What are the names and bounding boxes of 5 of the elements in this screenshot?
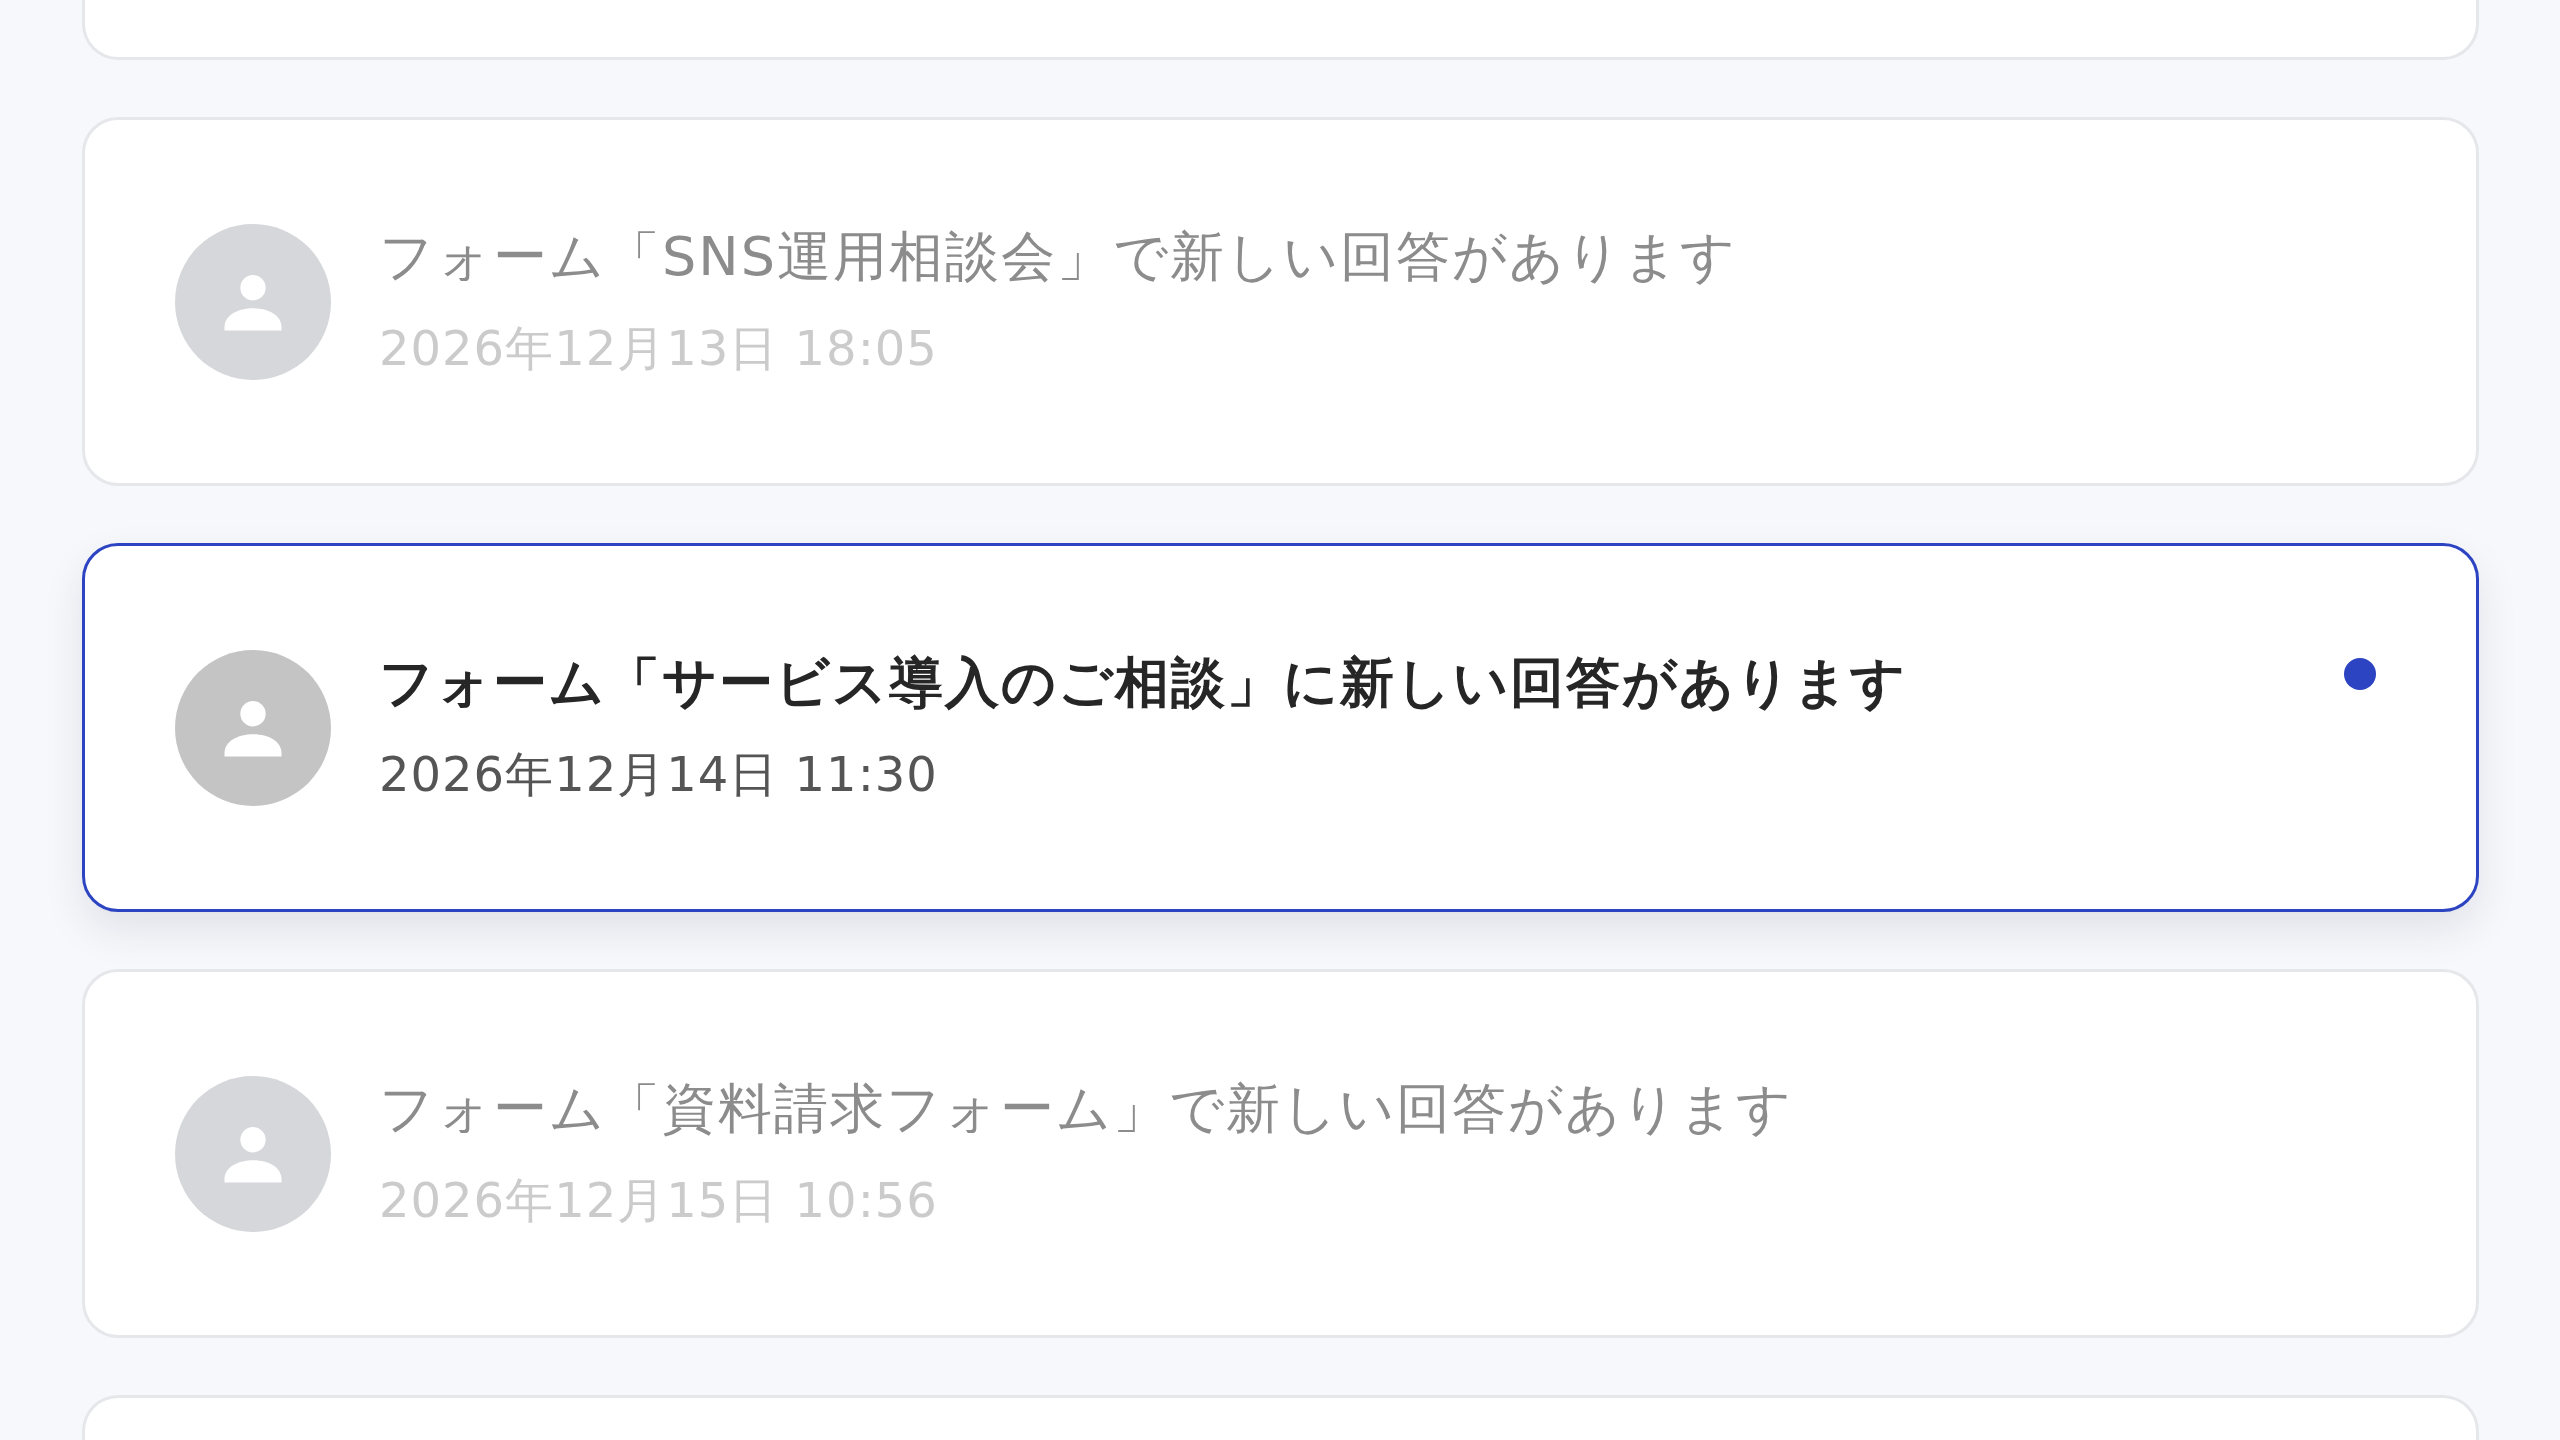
- notification-date: 2026年12月14日 11:30: [379, 746, 939, 804]
- notification-title: フォーム「SNS運用相談会」で新しい回答があります: [379, 225, 1738, 291]
- notification-card[interactable]: フォーム「サービス導入のご相談」に新しい回答があります 2026年12月14日 11:30: [82, 543, 2479, 912]
- notification-title: フォーム「サービス導入のご相談」に新しい回答があります: [379, 651, 1908, 717]
- notification-title: フォーム「資料請求フォーム」で新しい回答があります: [379, 1077, 1794, 1143]
